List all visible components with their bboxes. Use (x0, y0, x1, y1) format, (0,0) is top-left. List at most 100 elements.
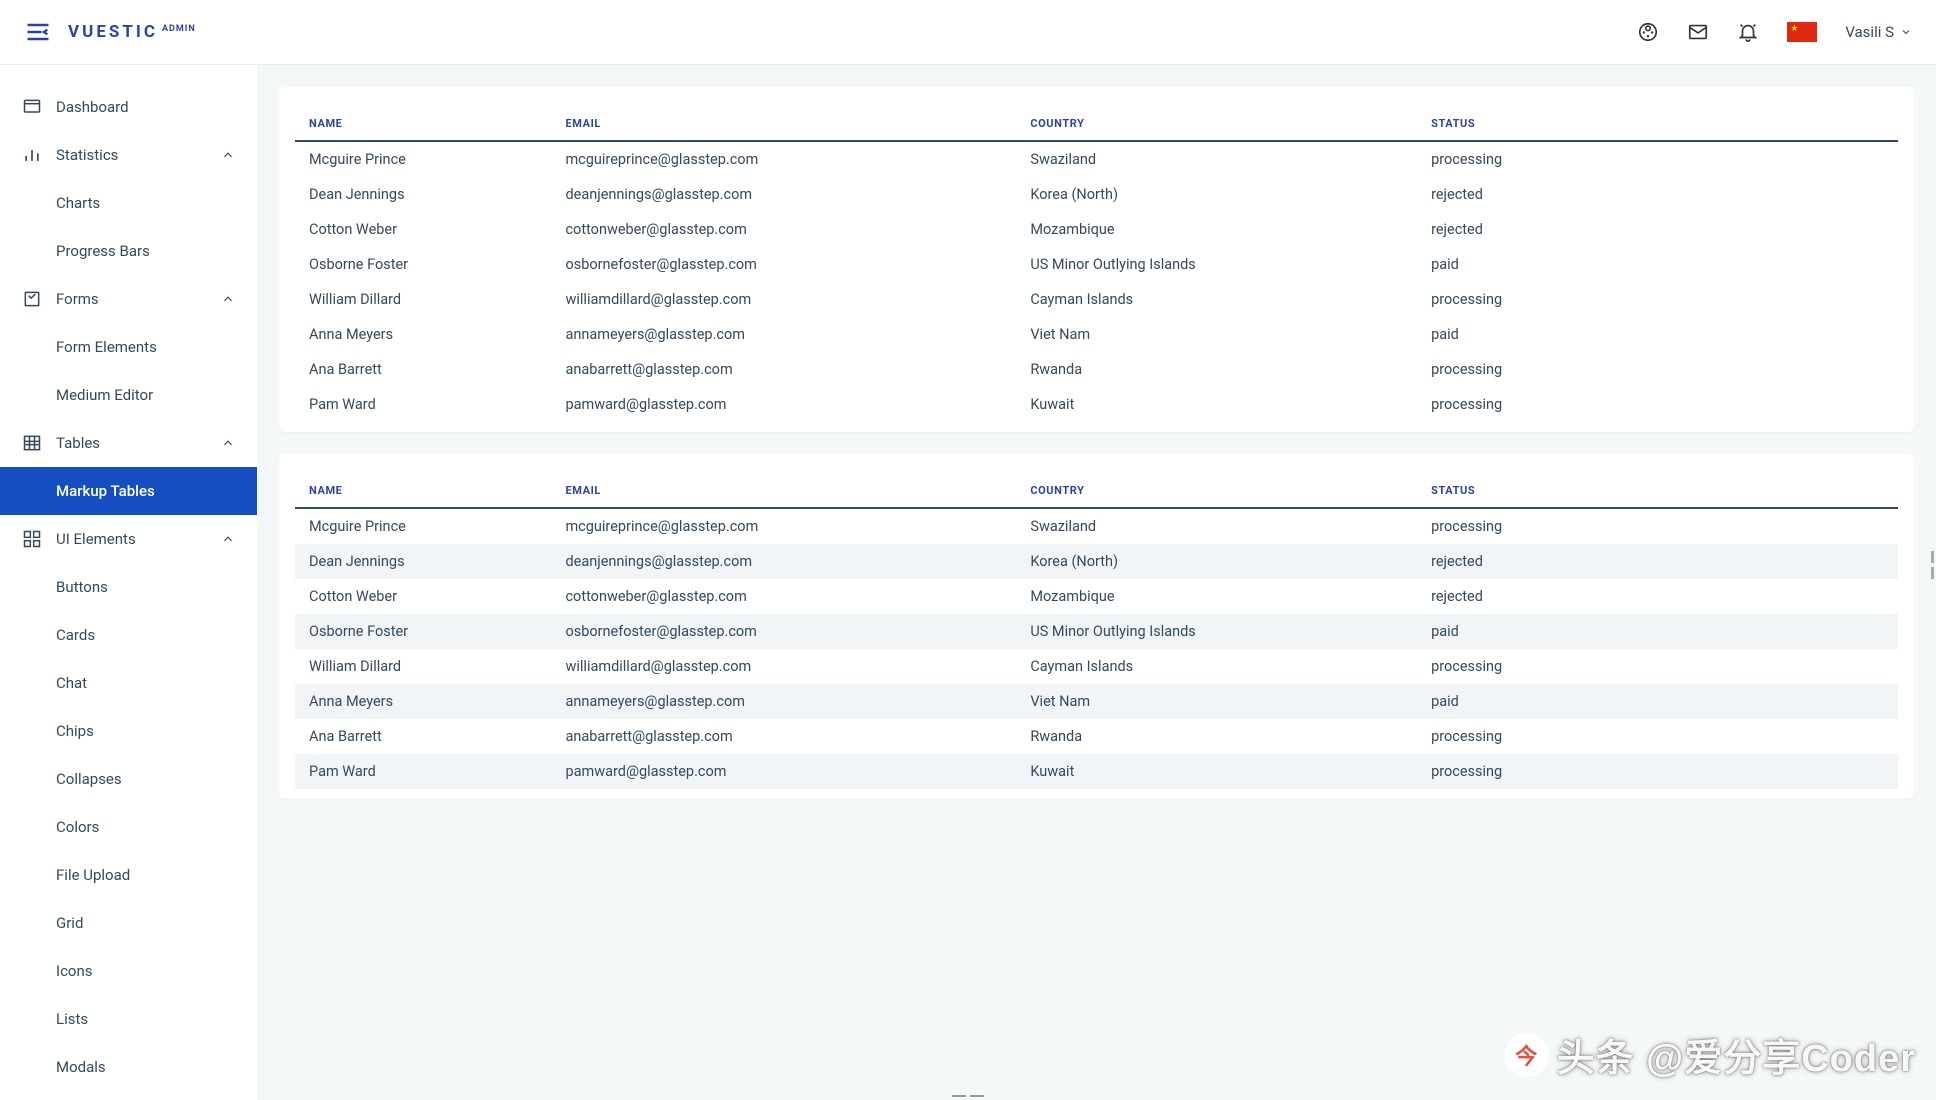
sidebar-item-buttons[interactable]: Buttons (0, 563, 257, 611)
table-cell-email: pamward@glasstep.com (551, 387, 1016, 422)
right-drag-handle[interactable] (1930, 550, 1936, 580)
table-header-name: NAME (295, 476, 551, 508)
table-cell-country: Viet Nam (1016, 317, 1417, 352)
sidebar-item-forms[interactable]: Forms (0, 275, 257, 323)
bell-icon[interactable] (1737, 21, 1759, 43)
table-row: Mcguire Princemcguireprince@glasstep.com… (295, 141, 1898, 177)
sidebar-item-chat[interactable]: Chat (0, 659, 257, 707)
table-cell-status: paid (1417, 684, 1898, 719)
table-cell-status: processing (1417, 754, 1898, 789)
table-cell-email: annameyers@glasstep.com (551, 317, 1016, 352)
forms-icon (22, 289, 42, 309)
sidebar-item-label: Medium Editor (56, 386, 153, 404)
table-cell-email: anabarrett@glasstep.com (551, 352, 1016, 387)
table-cell-name: Anna Meyers (295, 684, 551, 719)
theme-icon[interactable] (1637, 21, 1659, 43)
table-header-email: EMAIL (551, 476, 1016, 508)
user-menu[interactable]: Vasili S (1845, 23, 1912, 41)
sidebar-item-form-elements[interactable]: Form Elements (0, 323, 257, 371)
sidebar-item-label: Icons (56, 962, 93, 980)
table-cell-status: processing (1417, 141, 1898, 177)
statistics-icon (22, 145, 42, 165)
sidebar-item-icons[interactable]: Icons (0, 947, 257, 995)
table-cell-name: Ana Barrett (295, 719, 551, 754)
sidebar-item-medium-editor[interactable]: Medium Editor (0, 371, 257, 419)
table-cell-status: paid (1417, 614, 1898, 649)
table-cell-country: Rwanda (1016, 352, 1417, 387)
sidebar-item-label: Markup Tables (56, 482, 155, 500)
bottom-drag-handle[interactable] (948, 1092, 988, 1100)
top-header: VUESTIC ADMIN Vasili S (0, 0, 1936, 65)
sidebar-item-lists[interactable]: Lists (0, 995, 257, 1043)
sidebar-item-cards[interactable]: Cards (0, 611, 257, 659)
sidebar-item-modals[interactable]: Modals (0, 1043, 257, 1091)
table-card-striped: NAME EMAIL COUNTRY STATUS Mcguire Prince… (279, 454, 1914, 799)
sidebar: Dashboard Statistics Charts Progress Bar… (0, 65, 257, 1100)
sidebar-item-chips[interactable]: Chips (0, 707, 257, 755)
table-cell-country: Viet Nam (1016, 684, 1417, 719)
table-cell-status: rejected (1417, 579, 1898, 614)
sidebar-item-label: Tables (56, 434, 100, 452)
table-cell-country: Korea (North) (1016, 177, 1417, 212)
table-body-2: Mcguire Princemcguireprince@glasstep.com… (295, 508, 1898, 789)
sidebar-item-label: Progress Bars (56, 242, 150, 260)
table-body-1: Mcguire Princemcguireprince@glasstep.com… (295, 141, 1898, 422)
chevron-up-icon (221, 292, 235, 306)
table-row: Dean Jenningsdeanjennings@glasstep.comKo… (295, 177, 1898, 212)
table-cell-email: osbornefoster@glasstep.com (551, 614, 1016, 649)
sidebar-item-progress-bars[interactable]: Progress Bars (0, 227, 257, 275)
sidebar-item-file-upload[interactable]: File Upload (0, 851, 257, 899)
table-header-status: STATUS (1417, 109, 1898, 141)
table-cell-email: mcguireprince@glasstep.com (551, 141, 1016, 177)
table-cell-country: Cayman Islands (1016, 282, 1417, 317)
table-row: William Dillardwilliamdillard@glasstep.c… (295, 649, 1898, 684)
table-row: Pam Wardpamward@glasstep.comKuwaitproces… (295, 387, 1898, 422)
table-cell-country: US Minor Outlying Islands (1016, 247, 1417, 282)
table-cell-country: Swaziland (1016, 141, 1417, 177)
sidebar-item-collapses[interactable]: Collapses (0, 755, 257, 803)
table-cell-email: anabarrett@glasstep.com (551, 719, 1016, 754)
sidebar-item-grid[interactable]: Grid (0, 899, 257, 947)
mail-icon[interactable] (1687, 21, 1709, 43)
table-cell-name: Mcguire Prince (295, 141, 551, 177)
sidebar-item-colors[interactable]: Colors (0, 803, 257, 851)
sidebar-item-ui-elements[interactable]: UI Elements (0, 515, 257, 563)
table-cell-email: cottonweber@glasstep.com (551, 212, 1016, 247)
sidebar-item-label: Grid (56, 914, 83, 932)
tables-icon (22, 433, 42, 453)
table-row: Mcguire Princemcguireprince@glasstep.com… (295, 508, 1898, 544)
table-cell-country: Mozambique (1016, 212, 1417, 247)
main-content: NAME EMAIL COUNTRY STATUS Mcguire Prince… (257, 65, 1936, 1100)
table-cell-email: mcguireprince@glasstep.com (551, 508, 1016, 544)
logo-admin-text: ADMIN (162, 24, 196, 34)
table-cell-status: processing (1417, 508, 1898, 544)
sidebar-item-label: Buttons (56, 578, 108, 596)
table-row: Osborne Fosterosbornefoster@glasstep.com… (295, 247, 1898, 282)
table-row: Osborne Fosterosbornefoster@glasstep.com… (295, 614, 1898, 649)
sidebar-item-label: Forms (56, 290, 99, 308)
table-cell-name: Osborne Foster (295, 247, 551, 282)
sidebar-item-statistics[interactable]: Statistics (0, 131, 257, 179)
table-cell-country: Korea (North) (1016, 544, 1417, 579)
sidebar-item-tables[interactable]: Tables (0, 419, 257, 467)
menu-toggle-icon[interactable] (24, 18, 52, 46)
chevron-up-icon (221, 436, 235, 450)
sidebar-item-markup-tables[interactable]: Markup Tables (0, 467, 257, 515)
sidebar-item-label: File Upload (56, 866, 130, 884)
table-cell-name: William Dillard (295, 649, 551, 684)
table-cell-name: Dean Jennings (295, 177, 551, 212)
table-cell-email: deanjennings@glasstep.com (551, 544, 1016, 579)
sidebar-item-charts[interactable]: Charts (0, 179, 257, 227)
table-cell-status: rejected (1417, 177, 1898, 212)
table-cell-country: Rwanda (1016, 719, 1417, 754)
chevron-down-icon (1900, 26, 1912, 38)
sidebar-item-dashboard[interactable]: Dashboard (0, 83, 257, 131)
striped-table: NAME EMAIL COUNTRY STATUS Mcguire Prince… (295, 476, 1898, 789)
logo[interactable]: VUESTIC ADMIN (68, 22, 196, 42)
sidebar-item-label: Collapses (56, 770, 122, 788)
table-cell-email: deanjennings@glasstep.com (551, 177, 1016, 212)
table-card-basic: NAME EMAIL COUNTRY STATUS Mcguire Prince… (279, 87, 1914, 432)
chevron-up-icon (221, 532, 235, 546)
language-flag[interactable] (1787, 22, 1817, 42)
table-row: William Dillardwilliamdillard@glasstep.c… (295, 282, 1898, 317)
